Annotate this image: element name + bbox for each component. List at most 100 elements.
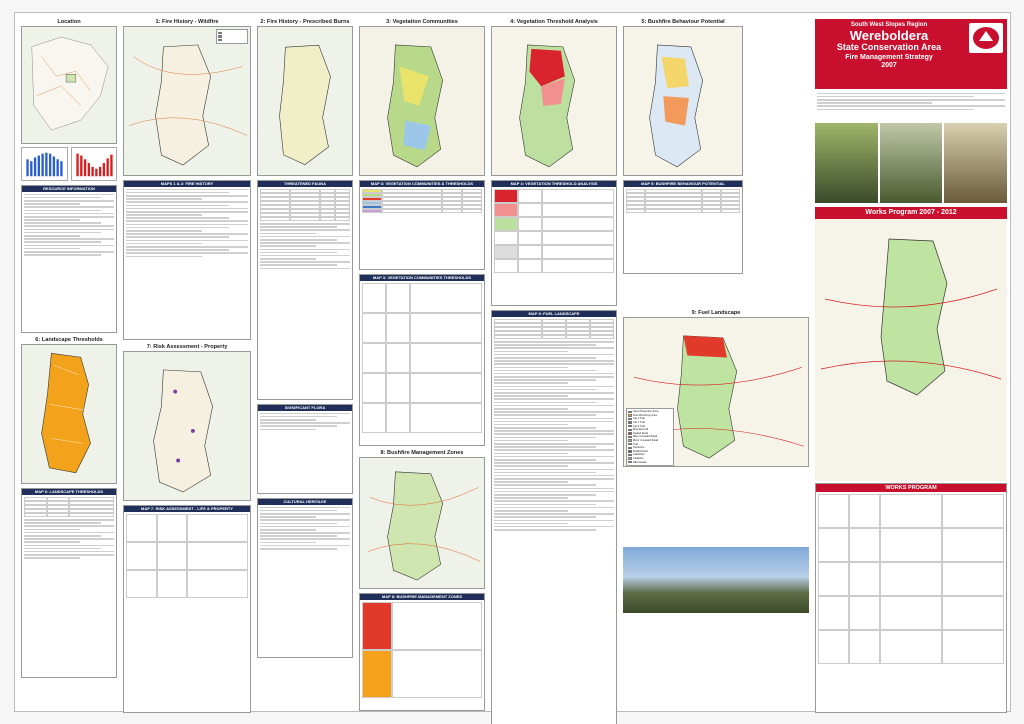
column-1: Location RESOURCE INFORMATION 6: Landsca… bbox=[21, 19, 117, 705]
map8-title: 8: Bushfire Management Zones bbox=[380, 450, 464, 456]
title-notes bbox=[815, 89, 1007, 123]
map1-title: 1: Fire History - Wildfire bbox=[155, 19, 219, 25]
map6-table-box: MAP 6: LANDSCAPE THRESHOLDS bbox=[21, 488, 117, 678]
legend-swatch bbox=[628, 417, 632, 421]
works-table-box: WORKS PROGRAM bbox=[815, 483, 1007, 713]
landscape-thresholds-map[interactable] bbox=[21, 344, 117, 484]
map3-thresholds-box: MAP 3: VEGETATION COMMUNITIES THRESHOLDS bbox=[359, 274, 485, 446]
legend-swatch bbox=[628, 442, 632, 446]
column-3: 2: Fire History - Prescribed Burns THREA… bbox=[257, 19, 353, 705]
vegetation-communities-map[interactable] bbox=[359, 26, 485, 176]
legend-swatch bbox=[628, 424, 632, 428]
map8-box: MAP 8: BUSHFIRE MANAGEMENT ZONES bbox=[359, 593, 485, 711]
fire-history-wildfire-map[interactable] bbox=[123, 26, 251, 176]
map1-legend bbox=[216, 29, 248, 44]
fauna-heading: THREATENED FAUNA bbox=[258, 181, 352, 187]
legend-swatch bbox=[628, 414, 632, 417]
legend-swatch bbox=[628, 410, 632, 413]
rainfall-chart bbox=[21, 147, 68, 181]
map7-box: MAP 7: RISK ASSESSMENT - LIFE & PROPERTY bbox=[123, 505, 251, 713]
legend-swatch bbox=[628, 435, 632, 439]
map3-thresholds-heading: MAP 3: VEGETATION COMMUNITIES THRESHOLDS bbox=[360, 275, 484, 281]
maps12-heading: MAPS 1 & 2: FIRE HISTORY bbox=[124, 181, 250, 187]
fire-history-prescribed-map[interactable] bbox=[257, 26, 353, 176]
map9-box: MAP 9: FUEL LANDSCAPE bbox=[491, 310, 617, 724]
location-map[interactable] bbox=[21, 26, 117, 144]
map9-title: 9: Fuel Landscape bbox=[691, 310, 741, 316]
legend-swatch bbox=[628, 432, 632, 435]
photo-1 bbox=[815, 123, 878, 203]
reserve-name: Wereboldera bbox=[849, 28, 929, 43]
photo-strip bbox=[815, 123, 1008, 203]
works-program-graphic bbox=[815, 219, 1007, 481]
legend-swatch bbox=[628, 453, 632, 457]
temperature-chart bbox=[70, 147, 117, 181]
resource-information-box: RESOURCE INFORMATION bbox=[21, 185, 117, 333]
column-5: 4: Vegetation Threshold Analysis MAP 4: … bbox=[491, 19, 617, 724]
map7-title: 7: Risk Assessment - Property bbox=[146, 344, 228, 350]
legend-swatch bbox=[628, 446, 632, 449]
map3-title: 3: Vegetation Communities bbox=[386, 19, 458, 25]
fire-history-wildfire-graphic bbox=[128, 44, 248, 166]
fauna-box: THREATENED FAUNA bbox=[257, 180, 353, 400]
photo-2 bbox=[879, 123, 943, 203]
location-map-graphic bbox=[31, 36, 109, 131]
legend-item: DEC Estate bbox=[628, 460, 672, 464]
map8-heading: MAP 8: BUSHFIRE MANAGEMENT ZONES bbox=[360, 594, 484, 600]
heritage-heading: CULTURAL HERITAGE bbox=[258, 499, 352, 505]
location-title: Location bbox=[57, 19, 81, 25]
works-program-banner: Works Program 2007 - 2012 bbox=[815, 207, 1007, 219]
column-7: South West Slopes Region Wereboldera Sta… bbox=[815, 19, 1008, 713]
map5-heading: MAP 5: BUSHFIRE BEHAVIOUR POTENTIAL bbox=[624, 181, 742, 187]
logo-emblem-icon bbox=[973, 27, 999, 49]
legend-swatch bbox=[628, 457, 632, 460]
map3-heading: MAP 3: VEGETATION COMMUNITIES & THRESHOL… bbox=[360, 181, 484, 187]
risk-assessment-graphic bbox=[153, 369, 213, 493]
flora-box: SIGNIFICANT FLORA bbox=[257, 404, 353, 494]
map5-title: 5: Bushfire Behaviour Potential bbox=[641, 19, 725, 25]
map6-table-heading: MAP 6: LANDSCAPE THRESHOLDS bbox=[22, 489, 116, 495]
map6-title: 6: Landscape Thresholds bbox=[35, 337, 103, 343]
map4-title: 4: Vegetation Threshold Analysis bbox=[510, 19, 598, 25]
fuel-landscape-legend: Asset Protection Zone Fuel Monitoring Ar… bbox=[626, 408, 674, 466]
map4-box: MAP 4: VEGETATION THRESHOLD ANALYSIS bbox=[491, 180, 617, 306]
resource-information-heading: RESOURCE INFORMATION bbox=[22, 186, 116, 192]
landscape-thresholds-graphic bbox=[41, 352, 91, 474]
fuel-landscape-map[interactable]: Asset Protection Zone Fuel Monitoring Ar… bbox=[623, 317, 809, 467]
maps12-box: MAPS 1 & 2: FIRE HISTORY bbox=[123, 180, 251, 340]
npws-logo bbox=[969, 23, 1003, 53]
risk-assessment-map[interactable] bbox=[123, 351, 251, 501]
works-program-map[interactable] bbox=[815, 219, 1007, 481]
strategy-year: 2007 bbox=[881, 62, 897, 69]
column-4: 3: Vegetation Communities MAP 3: VEGETAT… bbox=[359, 19, 485, 711]
works-table-heading: WORKS PROGRAM bbox=[816, 484, 1006, 492]
bushfire-management-zones-graphic bbox=[367, 471, 481, 581]
legend-swatch bbox=[628, 421, 632, 424]
strategy-name: Fire Management Strategy bbox=[845, 54, 933, 61]
heritage-box: CULTURAL HERITAGE bbox=[257, 498, 353, 658]
bushfire-behaviour-map[interactable] bbox=[623, 26, 743, 176]
landscape-photo bbox=[623, 547, 809, 613]
vegetation-communities-graphic bbox=[360, 27, 484, 175]
bushfire-management-zones-map[interactable] bbox=[359, 457, 485, 589]
map7-heading: MAP 7: RISK ASSESSMENT - LIFE & PROPERTY bbox=[124, 506, 250, 512]
fire-history-prescribed-graphic bbox=[279, 44, 331, 165]
area-name: State Conservation Area bbox=[836, 42, 942, 52]
bushfire-behaviour-graphic bbox=[624, 27, 742, 175]
legend-swatch bbox=[628, 450, 632, 453]
column-6: 5: Bushfire Behaviour Potential MAP 5: B… bbox=[623, 19, 809, 705]
map5-box: MAP 5: BUSHFIRE BEHAVIOUR POTENTIAL bbox=[623, 180, 743, 274]
legend-swatch bbox=[628, 428, 632, 431]
map9-heading: MAP 9: FUEL LANDSCAPE bbox=[492, 311, 616, 317]
poster-sheet: Location RESOURCE INFORMATION 6: Landsca… bbox=[14, 12, 1011, 724]
map2-title: 2: Fire History - Prescribed Burns bbox=[260, 19, 350, 25]
legend-swatch bbox=[628, 460, 632, 464]
vegetation-threshold-graphic bbox=[492, 27, 616, 175]
map4-heading: MAP 4: VEGETATION THRESHOLD ANALYSIS bbox=[492, 181, 616, 187]
climate-charts bbox=[21, 147, 117, 181]
legend-swatch bbox=[628, 439, 632, 442]
map3-box: MAP 3: VEGETATION COMMUNITIES & THRESHOL… bbox=[359, 180, 485, 270]
vegetation-threshold-map[interactable] bbox=[491, 26, 617, 176]
title-block: South West Slopes Region Wereboldera Sta… bbox=[815, 19, 1007, 89]
column-2: 1: Fire History - Wildfire MAPS 1 & 2: F… bbox=[123, 19, 251, 713]
